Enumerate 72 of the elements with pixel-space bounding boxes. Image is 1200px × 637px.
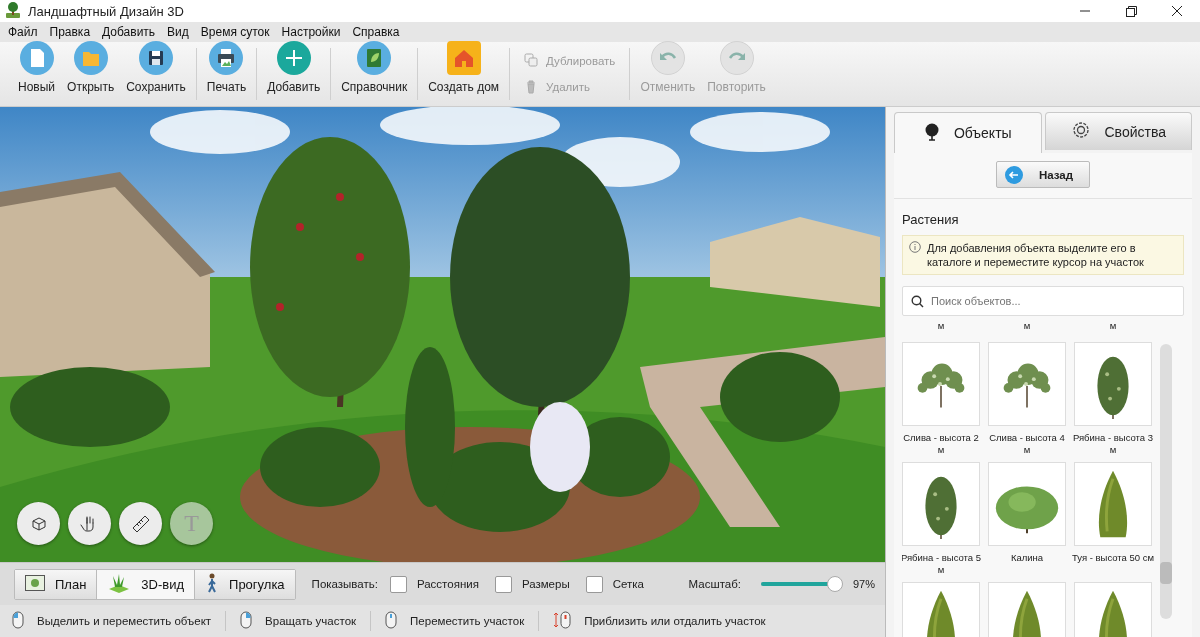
plus-icon — [276, 41, 311, 75]
mouse-icon — [240, 611, 253, 629]
item-label: Туя - высота 50 см — [1072, 552, 1154, 565]
house-icon — [446, 41, 481, 75]
checkbox[interactable] — [494, 575, 512, 593]
toolbar-button[interactable]: Открыть — [65, 41, 117, 94]
menu-item[interactable]: Время суток — [194, 25, 276, 39]
menu-item[interactable]: Добавить — [96, 25, 162, 39]
section-title: Растения — [902, 212, 960, 227]
mouse-icon — [385, 611, 398, 629]
scroll-arrows-icon — [553, 611, 572, 629]
catalog-item[interactable] — [988, 342, 1066, 426]
back-button[interactable]: Назад — [996, 161, 1090, 188]
toolbar-button[interactable]: Новый — [16, 41, 58, 94]
map-icon — [25, 574, 45, 591]
panel-tab[interactable]: Объекты — [894, 112, 1042, 153]
book-icon — [357, 41, 392, 75]
window-title: Ландшафтный Дизайн 3D — [28, 3, 184, 19]
toolbar-button[interactable]: Справочник — [339, 41, 410, 94]
settings-icon — [1070, 120, 1091, 140]
copy-icon — [524, 53, 539, 68]
tree-icon — [923, 122, 940, 141]
catalog-item[interactable] — [1074, 342, 1152, 426]
folder-icon — [73, 41, 108, 75]
checkbox-label: Размеры — [521, 578, 570, 590]
toolbar-button[interactable]: Печать — [204, 41, 249, 94]
search-icon — [911, 295, 924, 308]
mouse-icon — [12, 611, 24, 629]
panel-tab[interactable]: Свойства — [1044, 112, 1192, 150]
hint-text: Для добавления объекта выделите его в каталоге и переместите курсор на участок — [927, 241, 1145, 269]
scrollbar-thumb[interactable] — [1160, 562, 1172, 584]
menu-item[interactable]: Справка — [346, 25, 406, 39]
status-hint: Вращать участок — [265, 615, 357, 627]
view-mode-tab[interactable]: Прогулка — [195, 569, 295, 599]
toolbar-button[interactable]: Создать дом — [426, 41, 502, 94]
view-mode-tab[interactable]: План — [15, 569, 98, 599]
item-label: м — [1022, 320, 1032, 332]
status-hint: Выделить и переместить объект — [37, 615, 212, 627]
scrollbar[interactable] — [1160, 344, 1172, 619]
menu-item[interactable]: Правка — [43, 25, 97, 39]
zoom-reading: 97% — [852, 578, 875, 590]
catalog-item[interactable] — [988, 462, 1066, 546]
checkbox-label: Расстояния — [416, 578, 479, 590]
item-label: м — [936, 320, 946, 332]
item-label: Рябина - высота 5 м — [902, 552, 982, 577]
zoom-label: Масштаб: — [688, 578, 741, 590]
menu-item[interactable]: Файл — [2, 25, 44, 39]
catalog-item[interactable] — [902, 342, 980, 426]
menu-item[interactable]: Настройки — [275, 25, 347, 39]
slider-thumb[interactable] — [827, 576, 844, 592]
item-label: Слива - высота 2 м — [902, 432, 980, 457]
new-file-icon — [19, 41, 54, 75]
show-label: Показывать: — [311, 578, 378, 590]
printer-icon — [209, 41, 244, 75]
item-label: Калина — [1009, 552, 1045, 565]
checkbox[interactable] — [389, 575, 407, 593]
toolbar-button[interactable]: Добавить — [265, 41, 323, 94]
view-mode-tab[interactable]: 3D-вид — [97, 569, 196, 599]
catalog-item[interactable] — [1074, 462, 1152, 546]
item-label: м — [1108, 320, 1118, 332]
app-logo-icon — [4, 0, 22, 19]
status-hint: Приблизить или отдалить участок — [584, 615, 766, 627]
item-label: Слива - высота 4 м — [988, 432, 1066, 457]
checkbox[interactable] — [585, 575, 603, 593]
info-icon — [909, 241, 921, 253]
toolbar-button[interactable]: Сохранить — [124, 41, 188, 94]
menu-item[interactable]: Вид — [161, 25, 195, 39]
search-field[interactable]: Поиск объектов... — [902, 286, 1184, 316]
status-hint: Переместить участок — [410, 615, 525, 627]
catalog-item[interactable] — [902, 462, 980, 546]
item-label: Рябина - высота 3 м — [1072, 432, 1154, 457]
checkbox-label: Сетка — [612, 578, 644, 590]
